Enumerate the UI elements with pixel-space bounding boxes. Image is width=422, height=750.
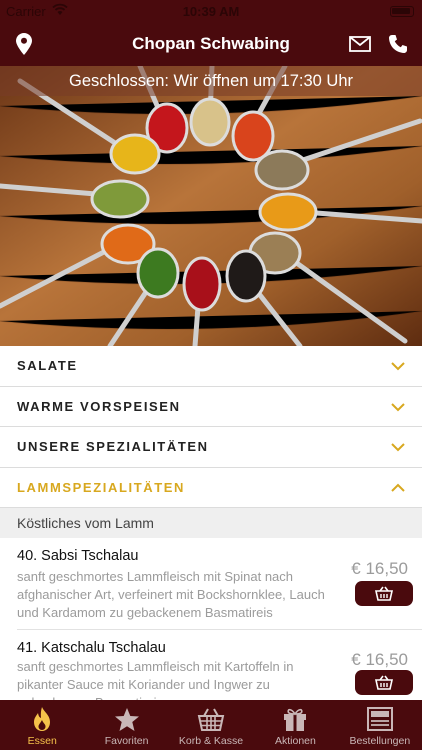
envelope-icon[interactable] — [346, 30, 374, 58]
category-salate[interactable]: SALATE — [0, 346, 422, 387]
category-label: WARME VORSPEISEN — [17, 398, 181, 414]
section-subtitle: Köstliches vom Lamm — [0, 508, 422, 538]
category-unsere-spezialitaeten[interactable]: UNSERE SPEZIALITÄTEN — [0, 427, 422, 468]
item-name: 40. Sabsi Tschalau — [17, 548, 139, 564]
basket-icon — [196, 705, 226, 733]
gift-icon — [280, 705, 310, 733]
item-price: € 16,50 — [351, 650, 408, 669]
item-name: 41. Katschalu Tschalau — [17, 640, 166, 656]
tab-label: Korb & Kasse — [178, 735, 244, 747]
menu-item[interactable]: 41. Katschalu Tschalau sanft geschmortes… — [0, 630, 422, 700]
tab-bestellungen[interactable]: Bestellungen — [338, 700, 422, 750]
item-price: € 16,50 — [351, 559, 408, 578]
basket-icon — [375, 675, 393, 690]
chevron-down-icon — [391, 362, 405, 371]
category-warme-vorspeisen[interactable]: WARME VORSPEISEN — [0, 387, 422, 427]
menu-item[interactable]: 40. Sabsi Tschalau sanft geschmortes Lam… — [0, 538, 422, 630]
chevron-up-icon — [391, 483, 405, 492]
flame-icon — [27, 705, 57, 733]
category-lammspezialitaeten[interactable]: LAMMSPEZIALITÄTEN — [0, 468, 422, 508]
category-label: UNSERE SPEZIALITÄTEN — [17, 439, 209, 454]
add-to-basket-button[interactable] — [355, 670, 413, 695]
star-icon — [112, 705, 142, 733]
opening-status-banner: Geschlossen: Wir öffnen um 17:30 Uhr — [0, 66, 422, 96]
item-description: sanft geschmortes Lammfleisch mit Kartof… — [17, 659, 294, 700]
tab-korb-kasse[interactable]: Korb & Kasse — [169, 700, 253, 750]
orders-icon — [365, 705, 395, 733]
tab-bar: Essen Favoriten Korb & Kasse Aktionen Be… — [0, 700, 422, 750]
category-list: SALATE WARME VORSPEISEN UNSERE SPEZIALIT… — [0, 346, 422, 508]
hero-image: Geschlossen: Wir öffnen um 17:30 Uhr — [0, 66, 422, 346]
battery-icon — [390, 6, 414, 17]
spices-illustration — [0, 66, 422, 346]
phone-icon[interactable] — [384, 30, 412, 58]
tab-aktionen[interactable]: Aktionen — [253, 700, 337, 750]
tab-label: Essen — [27, 735, 57, 747]
nav-bar: Chopan Schwabing — [0, 22, 422, 66]
category-label: LAMMSPEZIALITÄTEN — [17, 479, 186, 495]
category-label: SALATE — [17, 358, 78, 373]
tab-label: Favoriten — [104, 735, 149, 747]
basket-icon — [375, 586, 393, 601]
item-description: sanft geschmortes Lammfleisch mit Spinat… — [17, 569, 325, 620]
tab-label: Aktionen — [274, 735, 316, 747]
tab-label: Bestellungen — [349, 735, 411, 747]
tab-favoriten[interactable]: Favoriten — [84, 700, 168, 750]
add-to-basket-button[interactable] — [355, 581, 413, 606]
status-bar: Carrier 10:39 AM — [0, 0, 422, 22]
chevron-down-icon — [391, 402, 405, 411]
tab-essen[interactable]: Essen — [0, 700, 84, 750]
chevron-down-icon — [391, 443, 405, 452]
status-time: 10:39 AM — [182, 4, 240, 19]
